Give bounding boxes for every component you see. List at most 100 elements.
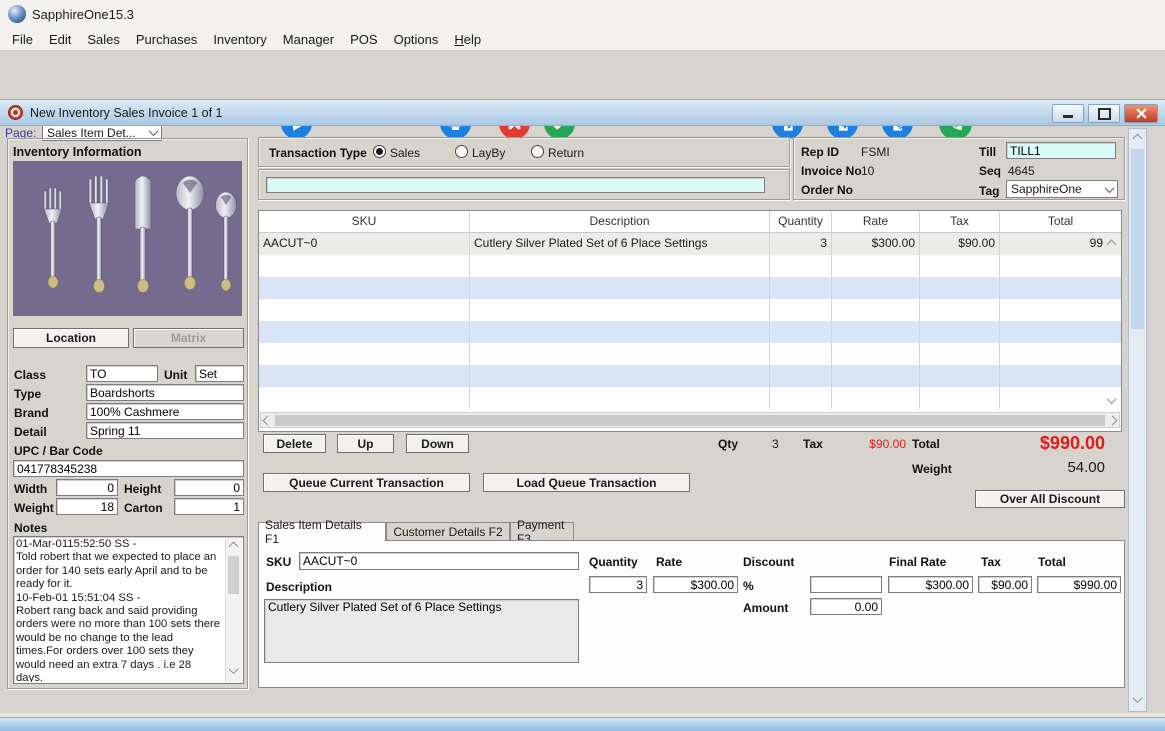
table-header-row: SKU Description Quantity Rate Tax Total [259, 211, 1121, 233]
inventory-information-title: Inventory Information [13, 145, 141, 159]
transaction-type-label: Transaction Type [269, 146, 367, 160]
scan-entry-input[interactable] [266, 177, 765, 193]
overall-discount-button[interactable]: Over All Discount [975, 490, 1125, 508]
seq-label: Seq [979, 164, 1001, 178]
menu-purchases[interactable]: Purchases [128, 32, 205, 47]
col-description[interactable]: Description [470, 211, 770, 232]
table-row-empty[interactable] [259, 299, 1121, 321]
menu-inventory[interactable]: Inventory [205, 32, 274, 47]
form-sku-label: SKU [266, 555, 291, 569]
form-final-rate-field[interactable] [888, 576, 973, 593]
scrollbar-thumb[interactable] [228, 556, 239, 594]
scroll-left-icon[interactable] [263, 415, 273, 425]
radio-return-label[interactable]: Return [548, 146, 584, 160]
delete-button[interactable]: Delete [263, 434, 326, 453]
table-row-empty[interactable] [259, 277, 1121, 299]
detail-field[interactable] [86, 422, 244, 439]
table-row[interactable]: AACUT~0 Cutlery Silver Plated Set of 6 P… [259, 233, 1121, 255]
load-queue-transaction-button[interactable]: Load Queue Transaction [483, 473, 690, 492]
table-row-empty[interactable] [259, 255, 1121, 277]
radio-sales[interactable] [373, 145, 386, 158]
cell-sku: AACUT~0 [259, 233, 470, 255]
order-no-label: Order No [801, 183, 853, 197]
menu-help[interactable]: Help [446, 32, 489, 47]
restore-icon [1098, 108, 1111, 120]
close-button[interactable] [1124, 104, 1158, 123]
weight-total-value: 54.00 [985, 459, 1105, 476]
form-tax-field[interactable] [978, 576, 1032, 593]
table-row-empty[interactable] [259, 343, 1121, 365]
upc-field[interactable] [13, 460, 244, 477]
close-icon [1136, 108, 1147, 119]
up-button[interactable]: Up [337, 434, 394, 453]
form-amount-field[interactable] [810, 598, 882, 615]
matrix-button[interactable]: Matrix [133, 328, 244, 348]
form-percent-label: % [743, 579, 754, 593]
radio-layby[interactable] [455, 145, 468, 158]
carton-field[interactable] [174, 498, 244, 515]
menu-manager[interactable]: Manager [275, 32, 342, 47]
down-button[interactable]: Down [406, 434, 469, 453]
queue-current-transaction-button[interactable]: Queue Current Transaction [263, 473, 470, 492]
col-total[interactable]: Total [1000, 211, 1121, 232]
h-scrollbar-thumb[interactable] [275, 415, 1105, 426]
scroll-down-icon[interactable] [229, 664, 239, 674]
chevron-down-icon [149, 126, 159, 136]
tag-select[interactable]: SapphireOne [1006, 180, 1118, 198]
table-horizontal-scrollbar[interactable] [260, 412, 1120, 428]
col-sku[interactable]: SKU [259, 211, 470, 232]
tag-select-value: SapphireOne [1011, 182, 1082, 196]
form-description-field[interactable]: Cutlery Silver Plated Set of 6 Place Set… [264, 599, 579, 663]
menu-sales[interactable]: Sales [79, 32, 128, 47]
height-field[interactable] [174, 479, 244, 496]
tab-customer-details[interactable]: Customer Details F2 [386, 522, 510, 540]
form-percent-field[interactable] [810, 576, 882, 593]
width-field[interactable] [56, 479, 118, 496]
table-row-empty[interactable] [259, 365, 1121, 387]
table-row-empty[interactable] [259, 387, 1121, 409]
document-window-title: New Inventory Sales Invoice 1 of 1 [30, 106, 222, 120]
form-sku-field[interactable] [299, 552, 579, 570]
menu-options[interactable]: Options [386, 32, 447, 47]
scroll-up-icon[interactable] [229, 542, 239, 552]
notes-text[interactable]: 01-Mar-0115:52:50 SS - Told robert that … [16, 538, 221, 682]
menu-file[interactable]: File [4, 32, 41, 47]
invoice-no-label: Invoice No [801, 164, 862, 178]
col-tax[interactable]: Tax [920, 211, 1000, 232]
transaction-type-group: Transaction Type Sales LayBy Return [258, 137, 790, 167]
sapphireone-app: SapphireOne15.3 File Edit Sales Purchase… [0, 0, 1165, 731]
scroll-down-icon[interactable] [1133, 693, 1143, 703]
form-quantity-field[interactable] [589, 576, 647, 593]
class-field[interactable] [86, 365, 158, 382]
radio-return[interactable] [531, 145, 544, 158]
col-rate[interactable]: Rate [832, 211, 920, 232]
detail-label: Detail [14, 425, 47, 439]
till-field[interactable] [1006, 142, 1116, 159]
location-button[interactable]: Location [13, 328, 129, 348]
scroll-up-icon[interactable] [1133, 134, 1143, 144]
menu-pos[interactable]: POS [342, 32, 385, 47]
notes-scrollbar[interactable] [225, 538, 242, 682]
inventory-information-panel: Inventory Information [7, 138, 248, 689]
main-vertical-scrollbar[interactable] [1128, 128, 1147, 712]
v-scrollbar-thumb[interactable] [1131, 149, 1144, 329]
form-rate-field[interactable] [653, 576, 738, 593]
radio-layby-label[interactable]: LayBy [472, 146, 505, 160]
form-total-field[interactable] [1037, 576, 1121, 593]
unit-field[interactable] [195, 365, 244, 382]
radio-sales-label[interactable]: Sales [390, 146, 420, 160]
scroll-right-icon[interactable] [1108, 415, 1118, 425]
type-field[interactable] [86, 384, 244, 401]
form-total-label: Total [1038, 555, 1066, 569]
minimize-button[interactable] [1052, 104, 1084, 123]
tab-sales-item-details[interactable]: Sales Item Details F1 [258, 522, 386, 541]
weight-label: Weight [14, 501, 54, 515]
col-quantity[interactable]: Quantity [770, 211, 832, 232]
menu-edit[interactable]: Edit [41, 32, 79, 47]
table-row-empty[interactable] [259, 321, 1121, 343]
weight-field[interactable] [56, 498, 118, 515]
tab-payment[interactable]: Payment F3 [510, 522, 574, 540]
document-window-titlebar[interactable]: New Inventory Sales Invoice 1 of 1 [0, 99, 1165, 126]
restore-button[interactable] [1088, 104, 1120, 123]
brand-field[interactable] [86, 403, 244, 420]
